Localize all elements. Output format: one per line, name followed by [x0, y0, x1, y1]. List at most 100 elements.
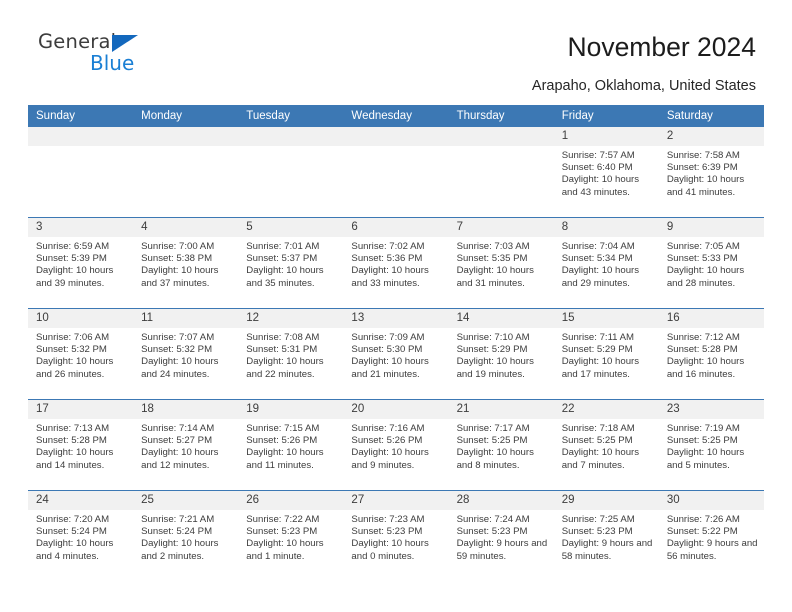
day-sun-info: Sunrise: 7:17 AM Sunset: 5:25 PM Daylight:…	[449, 419, 554, 472]
calendar-day-cell[interactable]: 25 Sunrise: 7:21 AM Sunset: 5:24 PM Dayligh…	[133, 490, 239, 581]
daylight-text: Daylight: 10 hours and 28 minutes.	[666, 265, 745, 289]
calendar-day-cell[interactable]: 9 Sunrise: 7:05 AM Sunset: 5:33 PM Daylight…	[658, 217, 764, 309]
calendar-day-cell[interactable]: 23 Sunrise: 7:19 AM Sunset: 5:25 PM Dayligh…	[658, 399, 764, 491]
calendar-cell-empty	[448, 127, 554, 218]
calendar-day-cell[interactable]: 1 Sunrise: 7:57 AM Sunset: 6:40 PM Daylight…	[553, 127, 659, 218]
calendar-day-cell[interactable]: 20 Sunrise: 7:16 AM Sunset: 5:26 PM Dayligh…	[343, 399, 449, 491]
day-number: 20	[343, 400, 449, 419]
daylight-text: Daylight: 10 hours and 9 minutes.	[351, 447, 429, 471]
calendar-day-cell[interactable]: 12 Sunrise: 7:08 AM Sunset: 5:31 PM Dayligh…	[238, 308, 344, 400]
day-number: 11	[133, 309, 239, 328]
weekday-header-tuesday: Tuesday	[238, 105, 344, 127]
calendar-day-cell[interactable]: 5 Sunrise: 7:01 AM Sunset: 5:37 PM Daylight…	[238, 217, 344, 309]
sunrise-text: Sunrise: 7:57 AM	[561, 150, 635, 161]
day-number: 18	[133, 400, 239, 419]
day-sun-info: Sunrise: 7:10 AM Sunset: 5:29 PM Daylight:…	[449, 328, 554, 381]
day-sun-info: Sunrise: 7:58 AM Sunset: 6:39 PM Daylight:…	[659, 146, 764, 199]
day-sun-info: Sunrise: 7:15 AM Sunset: 5:26 PM Daylight:…	[238, 419, 343, 472]
calendar-day-cell[interactable]: 11 Sunrise: 7:07 AM Sunset: 5:32 PM Dayligh…	[133, 308, 239, 400]
calendar-day-cell[interactable]: 3 Sunrise: 6:59 AM Sunset: 5:39 PM Daylight…	[28, 217, 134, 309]
calendar-day-cell[interactable]: 15 Sunrise: 7:11 AM Sunset: 5:29 PM Dayligh…	[553, 308, 659, 400]
calendar-day-cell[interactable]: 13 Sunrise: 7:09 AM Sunset: 5:30 PM Dayligh…	[343, 308, 449, 400]
weekday-header-friday: Friday	[553, 105, 659, 127]
day-number: 5	[238, 218, 344, 237]
calendar-head: Sunday Monday Tuesday Wednesday Thursday…	[28, 105, 764, 127]
sunset-text: Sunset: 5:28 PM	[666, 344, 738, 356]
sunrise-text: Sunrise: 7:03 AM	[456, 241, 530, 252]
day-sun-info: Sunrise: 7:00 AM Sunset: 5:38 PM Daylight:…	[133, 237, 238, 290]
sunrise-text: Sunrise: 7:58 AM	[666, 150, 740, 161]
calendar-day-cell[interactable]: 19 Sunrise: 7:15 AM Sunset: 5:26 PM Dayligh…	[238, 399, 344, 491]
calendar-day-cell[interactable]: 22 Sunrise: 7:18 AM Sunset: 5:25 PM Dayligh…	[553, 399, 659, 491]
day-number: 6	[343, 218, 449, 237]
day-number: 15	[553, 309, 659, 328]
sunset-text: Sunset: 5:39 PM	[36, 253, 107, 265]
triangle-icon	[112, 35, 138, 52]
calendar-cell-empty	[343, 127, 449, 218]
sunrise-text: Sunrise: 7:08 AM	[246, 332, 320, 343]
day-number: 25	[133, 491, 239, 510]
daylight-text: Daylight: 10 hours and 39 minutes.	[36, 265, 114, 289]
sunrise-text: Sunrise: 7:06 AM	[36, 332, 110, 343]
calendar-day-cell[interactable]: 26 Sunrise: 7:22 AM Sunset: 5:23 PM Dayligh…	[238, 490, 344, 581]
sunrise-text: Sunrise: 7:04 AM	[561, 241, 635, 252]
calendar-day-cell[interactable]: 30 Sunrise: 7:26 AM Sunset: 5:22 PM Dayligh…	[658, 490, 764, 581]
day-sun-info: Sunrise: 7:25 AM Sunset: 5:23 PM Daylight:…	[554, 510, 659, 563]
day-sun-info: Sunrise: 7:16 AM Sunset: 5:26 PM Daylight:…	[343, 419, 448, 472]
sunrise-text: Sunrise: 7:07 AM	[141, 332, 215, 343]
calendar-day-cell[interactable]: 2 Sunrise: 7:58 AM Sunset: 6:39 PM Daylight…	[658, 127, 764, 218]
daylight-text: Daylight: 10 hours and 41 minutes.	[666, 174, 745, 198]
day-number: 4	[133, 218, 239, 237]
calendar-day-cell[interactable]: 6 Sunrise: 7:02 AM Sunset: 5:36 PM Daylight…	[343, 217, 449, 309]
day-number: 13	[343, 309, 449, 328]
daylight-text: Daylight: 9 hours and 56 minutes.	[666, 538, 758, 562]
daylight-text: Daylight: 10 hours and 43 minutes.	[561, 174, 640, 198]
sunset-text: Sunset: 5:37 PM	[246, 253, 318, 265]
calendar-day-cell[interactable]: 17 Sunrise: 7:13 AM Sunset: 5:28 PM Dayligh…	[28, 399, 134, 491]
sunset-text: Sunset: 5:29 PM	[561, 344, 633, 356]
calendar-day-cell[interactable]: 14 Sunrise: 7:10 AM Sunset: 5:29 PM Dayligh…	[448, 308, 554, 400]
sunset-text: Sunset: 5:23 PM	[561, 526, 633, 538]
daylight-text: Daylight: 10 hours and 33 minutes.	[351, 265, 429, 289]
day-number-placeholder	[133, 127, 239, 146]
day-sun-info: Sunrise: 7:11 AM Sunset: 5:29 PM Daylight:…	[554, 328, 659, 381]
brand-name-blue: Blue	[90, 51, 135, 75]
calendar-day-cell[interactable]: 27 Sunrise: 7:23 AM Sunset: 5:23 PM Dayligh…	[343, 490, 449, 581]
sunset-text: Sunset: 5:25 PM	[561, 435, 633, 447]
sunrise-text: Sunrise: 7:17 AM	[456, 423, 530, 434]
day-number-placeholder	[448, 127, 554, 146]
sunrise-text: Sunrise: 7:21 AM	[141, 514, 215, 525]
daylight-text: Daylight: 10 hours and 5 minutes.	[666, 447, 745, 471]
daylight-text: Daylight: 10 hours and 19 minutes.	[456, 356, 534, 380]
sunrise-text: Sunrise: 7:01 AM	[246, 241, 320, 252]
calendar-day-cell[interactable]: 10 Sunrise: 7:06 AM Sunset: 5:32 PM Dayligh…	[28, 308, 134, 400]
day-sun-info: Sunrise: 7:08 AM Sunset: 5:31 PM Daylight:…	[238, 328, 343, 381]
day-number: 24	[28, 491, 134, 510]
calendar-body: 1 Sunrise: 7:57 AM Sunset: 6:40 PM Daylight…	[28, 127, 764, 581]
calendar-day-cell[interactable]: 21 Sunrise: 7:17 AM Sunset: 5:25 PM Dayligh…	[448, 399, 554, 491]
brand-name-general: General	[38, 30, 117, 53]
day-sun-info: Sunrise: 7:57 AM Sunset: 6:40 PM Daylight:…	[554, 146, 659, 199]
daylight-text: Daylight: 10 hours and 24 minutes.	[141, 356, 219, 380]
sunset-text: Sunset: 5:26 PM	[246, 435, 318, 447]
calendar-day-cell[interactable]: 16 Sunrise: 7:12 AM Sunset: 5:28 PM Dayligh…	[658, 308, 764, 400]
day-sun-info: Sunrise: 7:14 AM Sunset: 5:27 PM Daylight:…	[133, 419, 238, 472]
sunrise-text: Sunrise: 7:13 AM	[36, 423, 110, 434]
calendar-day-cell[interactable]: 4 Sunrise: 7:00 AM Sunset: 5:38 PM Daylight…	[133, 217, 239, 309]
day-number: 14	[448, 309, 554, 328]
sunset-text: Sunset: 5:25 PM	[666, 435, 738, 447]
sunrise-text: Sunrise: 7:24 AM	[456, 514, 530, 525]
calendar-day-cell[interactable]: 7 Sunrise: 7:03 AM Sunset: 5:35 PM Daylight…	[448, 217, 554, 309]
calendar-day-cell[interactable]: 24 Sunrise: 7:20 AM Sunset: 5:24 PM Dayligh…	[28, 490, 134, 581]
calendar-day-cell[interactable]: 28 Sunrise: 7:24 AM Sunset: 5:23 PM Dayligh…	[448, 490, 554, 581]
daylight-text: Daylight: 10 hours and 16 minutes.	[666, 356, 745, 380]
calendar-day-cell[interactable]: 18 Sunrise: 7:14 AM Sunset: 5:27 PM Dayligh…	[133, 399, 239, 491]
day-sun-info: Sunrise: 7:05 AM Sunset: 5:33 PM Daylight:…	[659, 237, 764, 290]
sunrise-text: Sunrise: 7:14 AM	[141, 423, 215, 434]
sunrise-text: Sunrise: 7:15 AM	[246, 423, 320, 434]
brand-logo[interactable]: General Blue	[38, 32, 158, 82]
calendar-day-cell[interactable]: 29 Sunrise: 7:25 AM Sunset: 5:23 PM Dayligh…	[553, 490, 659, 581]
sunset-text: Sunset: 5:33 PM	[666, 253, 738, 265]
day-number: 19	[238, 400, 344, 419]
calendar-day-cell[interactable]: 8 Sunrise: 7:04 AM Sunset: 5:34 PM Daylight…	[553, 217, 659, 309]
